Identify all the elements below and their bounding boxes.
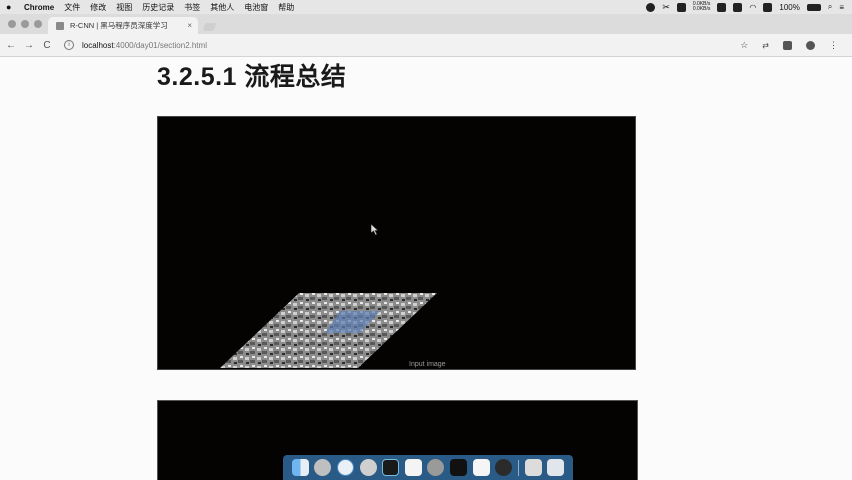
obs-icon[interactable] [495, 459, 513, 476]
chrome-icon[interactable] [359, 459, 377, 476]
page-title: 3.2.5.1 流程总结 [157, 63, 347, 91]
status-area: ✂ 0.0KB/s 0.0KB/s ◠ 100% ⌕ ≡ [646, 2, 844, 13]
net-down-speed: 0.0KB/s [692, 6, 711, 12]
new-tab-button[interactable] [202, 23, 217, 31]
more-menu-icon[interactable]: ⋮ [829, 40, 838, 51]
close-window-icon[interactable] [8, 20, 16, 28]
minimize-window-icon[interactable] [21, 20, 29, 28]
status-app-icon[interactable] [646, 2, 656, 12]
video-caption: Input image [409, 361, 446, 368]
status-icon-2[interactable] [717, 2, 727, 12]
menu-bookmarks[interactable]: 书签 [184, 2, 200, 13]
dock [283, 455, 573, 480]
apple-icon[interactable]: ● [6, 2, 16, 12]
video-player[interactable]: Input image [157, 116, 636, 370]
search-icon[interactable]: ⌕ [828, 2, 832, 12]
translate-icon[interactable]: ⇄ [762, 41, 769, 50]
menu-file[interactable]: 文件 [64, 2, 80, 13]
preview-icon[interactable] [404, 459, 422, 476]
menu-help[interactable]: 帮助 [278, 2, 294, 13]
network-speed: 0.0KB/s 0.0KB/s [693, 2, 711, 12]
trash-icon[interactable] [547, 459, 565, 476]
terminal-icon[interactable] [450, 459, 468, 476]
url-path: :4000/day01/section2.html [113, 40, 207, 50]
control-center-icon[interactable]: ≡ [839, 3, 844, 12]
favicon-icon [56, 21, 64, 30]
menu-app-name[interactable]: Chrome [24, 3, 54, 12]
tab-strip: R-CNN | 黑马程序员深度学习 × [0, 14, 852, 34]
battery-percent: 100% [779, 2, 800, 12]
profile-icon[interactable] [806, 40, 815, 50]
wifi-icon[interactable]: ◠ [749, 3, 756, 12]
browser-toolbar: ← → C i localhost:4000/day01/section2.ht… [0, 34, 852, 57]
system-preferences-icon[interactable] [427, 459, 445, 476]
url-host: localhost [82, 40, 114, 50]
input-image-thumbnail [220, 293, 437, 368]
menu-view[interactable]: 视图 [116, 2, 132, 13]
tab-close-icon[interactable]: × [187, 21, 192, 30]
page-content: 3.2.5.1 流程总结 Input image [0, 57, 852, 480]
status-icon[interactable] [676, 2, 686, 12]
battery-icon[interactable] [806, 3, 821, 11]
dock-separator [517, 459, 519, 476]
forward-button[interactable]: → [20, 40, 38, 51]
menu-bar: ● Chrome 文件 修改 视图 历史记录 书签 其他人 电池窗 帮助 ✂ 0… [0, 0, 852, 14]
tab-title: R-CNN | 黑马程序员深度学习 [70, 21, 168, 30]
menu-people[interactable]: 其他人 [210, 2, 234, 13]
menu-window[interactable]: 电池窗 [244, 2, 268, 13]
typora-icon[interactable] [472, 459, 490, 476]
extension-icon[interactable] [783, 40, 792, 50]
mouse-cursor-icon [371, 224, 379, 235]
safari-icon[interactable] [337, 459, 355, 476]
toolbar-actions: ☆ ⇄ ⋮ [740, 40, 838, 51]
bookmark-star-icon[interactable]: ☆ [740, 40, 748, 51]
menu-edit[interactable]: 修改 [90, 2, 106, 13]
zoom-window-icon[interactable] [34, 20, 42, 28]
pycharm-icon[interactable] [382, 459, 400, 476]
status-icon-3[interactable] [733, 2, 743, 12]
scissors-icon[interactable]: ✂ [662, 2, 670, 13]
back-button[interactable]: ← [2, 40, 20, 51]
screen-recorder-icon[interactable] [524, 459, 542, 476]
reload-button[interactable]: C [38, 40, 56, 51]
menu-history[interactable]: 历史记录 [142, 2, 174, 13]
finder-icon[interactable] [291, 459, 309, 476]
address-bar[interactable]: i localhost:4000/day01/section2.html [64, 40, 207, 50]
info-icon[interactable]: i [64, 40, 74, 50]
tab-rcnn[interactable]: R-CNN | 黑马程序员深度学习 × [48, 17, 198, 34]
launchpad-icon[interactable] [314, 459, 332, 476]
input-method-icon[interactable] [763, 2, 773, 12]
